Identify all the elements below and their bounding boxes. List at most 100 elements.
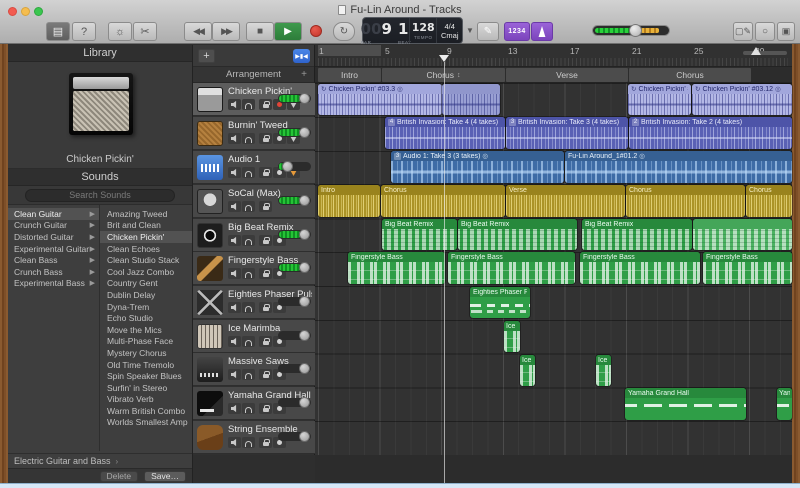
stop-button[interactable]: ■ xyxy=(246,22,274,41)
play-button[interactable]: ▶ xyxy=(274,22,302,41)
mute-button[interactable] xyxy=(228,403,241,414)
lock-button[interactable] xyxy=(259,302,272,313)
media-browser-button[interactable]: ▣ xyxy=(777,22,795,41)
track-header-socal[interactable]: SoCal (Max) xyxy=(193,185,315,218)
smart-controls-button[interactable]: ☼ xyxy=(108,22,132,41)
category-item[interactable]: Clean Bass▶ xyxy=(8,254,99,266)
region-ice-marimba[interactable]: Ice xyxy=(504,321,520,352)
arrangement-marker-chorus-2[interactable]: Chorus xyxy=(629,68,751,82)
category-item[interactable]: Distorted Guitar▶ xyxy=(8,231,99,243)
category-item[interactable]: Crunch Guitar▶ xyxy=(8,220,99,232)
track-volume-slider[interactable] xyxy=(278,230,311,239)
track-header-fingerstyle-bass[interactable]: Fingerstyle Bass xyxy=(193,252,315,285)
track-volume-slider[interactable] xyxy=(278,94,311,103)
region-yamaha-grand-hall-2[interactable]: Yam xyxy=(777,388,792,420)
volume-knob[interactable] xyxy=(629,24,642,37)
metronome-button[interactable] xyxy=(531,22,553,41)
solo-button[interactable] xyxy=(242,99,255,110)
lock-button[interactable] xyxy=(259,268,272,279)
mute-button[interactable] xyxy=(228,437,241,448)
region-drummer-chorus[interactable]: Chorus xyxy=(381,185,505,217)
region-chicken-pickin-2[interactable]: ↻Chicken Pickin' # xyxy=(628,84,691,115)
lcd-mode-chevron-icon[interactable]: ▼ xyxy=(466,26,474,35)
track-header-audio-1[interactable]: Audio 1 xyxy=(193,151,315,184)
solo-button[interactable] xyxy=(242,336,255,347)
notepad-button[interactable]: ▢✎ xyxy=(733,22,753,41)
playhead-marker[interactable] xyxy=(439,55,449,62)
region-fu-lin-around[interactable]: Fu-Lin Around_1#01.2◎ xyxy=(565,151,792,183)
region-chicken-pickin-03-12[interactable]: ↻Chicken Pickin' #03.12◎ xyxy=(692,84,792,115)
sound-item[interactable]: Dublin Delay xyxy=(100,289,192,301)
solo-button[interactable] xyxy=(242,403,255,414)
arrangement-row[interactable]: Arrangement + xyxy=(193,67,314,83)
lock-button[interactable] xyxy=(259,235,272,246)
count-in-button[interactable]: 1234 xyxy=(504,22,530,41)
region-eighties-phaser-pulse[interactable]: Eighties Phaser Pul xyxy=(470,287,530,318)
arrangement-marker-verse[interactable]: Verse xyxy=(506,68,628,82)
mute-button[interactable] xyxy=(228,201,241,212)
region-audio-1-take-3[interactable]: 3Audio 1: Take 3 (3 takes)◎ xyxy=(391,151,564,183)
sound-item[interactable]: Amazing Tweed xyxy=(100,208,192,220)
mute-button[interactable] xyxy=(228,167,241,178)
mute-button[interactable] xyxy=(228,302,241,313)
library-toggle-button[interactable]: ▤ xyxy=(46,22,70,41)
track-header-big-beat-remix[interactable]: Big Beat Remix xyxy=(193,219,315,252)
sound-item-selected[interactable]: Chicken Pickin' xyxy=(100,231,192,243)
solo-button[interactable] xyxy=(242,167,255,178)
arrangement-marker-intro[interactable]: Intro xyxy=(318,68,381,82)
solo-button[interactable] xyxy=(242,437,255,448)
lock-button[interactable] xyxy=(259,336,272,347)
add-arrangement-button[interactable]: + xyxy=(301,69,307,80)
loop-browser-button[interactable]: ○ xyxy=(755,22,775,41)
track-volume-slider[interactable] xyxy=(278,196,311,205)
sound-item[interactable]: Clean Studio Stack xyxy=(100,254,192,266)
mute-button[interactable] xyxy=(228,268,241,279)
sound-item[interactable]: Spin Speaker Blues xyxy=(100,370,192,382)
sound-item[interactable]: Echo Studio xyxy=(100,312,192,324)
sound-item[interactable]: Cool Jazz Combo xyxy=(100,266,192,278)
master-volume-slider[interactable] xyxy=(592,25,670,36)
sound-item[interactable]: Multi-Phase Face xyxy=(100,336,192,348)
region-drummer-verse[interactable]: Verse xyxy=(506,185,625,217)
quick-help-button[interactable]: ? xyxy=(72,22,96,41)
solo-button[interactable] xyxy=(242,369,255,380)
add-track-button[interactable]: + xyxy=(198,49,215,63)
sound-item[interactable]: Brit and Clean xyxy=(100,220,192,232)
region-british-invasion-take-3[interactable]: 3British Invasion: Take 3 (4 takes) xyxy=(506,117,628,149)
mute-button[interactable] xyxy=(228,369,241,380)
sound-item[interactable]: Surfin' in Stereo xyxy=(100,382,192,394)
solo-button[interactable] xyxy=(242,235,255,246)
track-volume-slider[interactable] xyxy=(278,364,311,373)
sound-item[interactable]: Dyna-Trem xyxy=(100,301,192,313)
sound-item[interactable]: Move the Mics xyxy=(100,324,192,336)
sound-item[interactable]: Warm British Combo xyxy=(100,405,192,417)
category-item[interactable]: Crunch Bass▶ xyxy=(8,266,99,278)
category-item[interactable]: Experimental Bass▶ xyxy=(8,278,99,290)
region-massive-saws-2[interactable]: Ice xyxy=(596,355,611,386)
up-down-arrows-icon[interactable]: ↕ xyxy=(457,72,461,79)
sound-item[interactable]: Worlds Smallest Amp xyxy=(100,417,192,429)
category-item[interactable]: Experimental Guitar▶ xyxy=(8,243,99,255)
region-fingerstyle-bass-3[interactable]: Fingerstyle Bass xyxy=(580,252,700,284)
track-volume-slider[interactable] xyxy=(278,331,311,340)
track-header-massive-saws[interactable]: Massive Saws xyxy=(193,353,315,386)
region-drummer-chorus-2[interactable]: Chorus xyxy=(626,185,745,217)
track-volume-slider[interactable] xyxy=(278,128,311,137)
record-button[interactable] xyxy=(310,25,322,37)
track-volume-slider[interactable] xyxy=(278,263,311,272)
rewind-button[interactable]: ◀◀ xyxy=(184,22,212,41)
forward-button[interactable]: ▶▶ xyxy=(212,22,240,41)
region-fingerstyle-bass-2[interactable]: Fingerstyle Bass xyxy=(448,252,575,284)
catch-playhead-button[interactable]: ▶▮◀ xyxy=(293,49,310,63)
save-button[interactable]: Save… xyxy=(144,471,186,482)
track-header-string-ensemble[interactable]: String Ensemble xyxy=(193,421,315,454)
lock-button[interactable] xyxy=(259,437,272,448)
zoom-slider[interactable] xyxy=(743,51,787,55)
editors-button[interactable]: ✂ xyxy=(133,22,157,41)
region-fingerstyle-bass-4[interactable]: Fingerstyle Bass xyxy=(703,252,792,284)
solo-button[interactable] xyxy=(242,268,255,279)
lock-button[interactable] xyxy=(259,369,272,380)
playhead-line[interactable] xyxy=(444,62,445,483)
region-big-beat-remix-3[interactable]: Big Beat Remix xyxy=(582,219,692,250)
cycle-button[interactable]: ↻ xyxy=(333,22,355,41)
